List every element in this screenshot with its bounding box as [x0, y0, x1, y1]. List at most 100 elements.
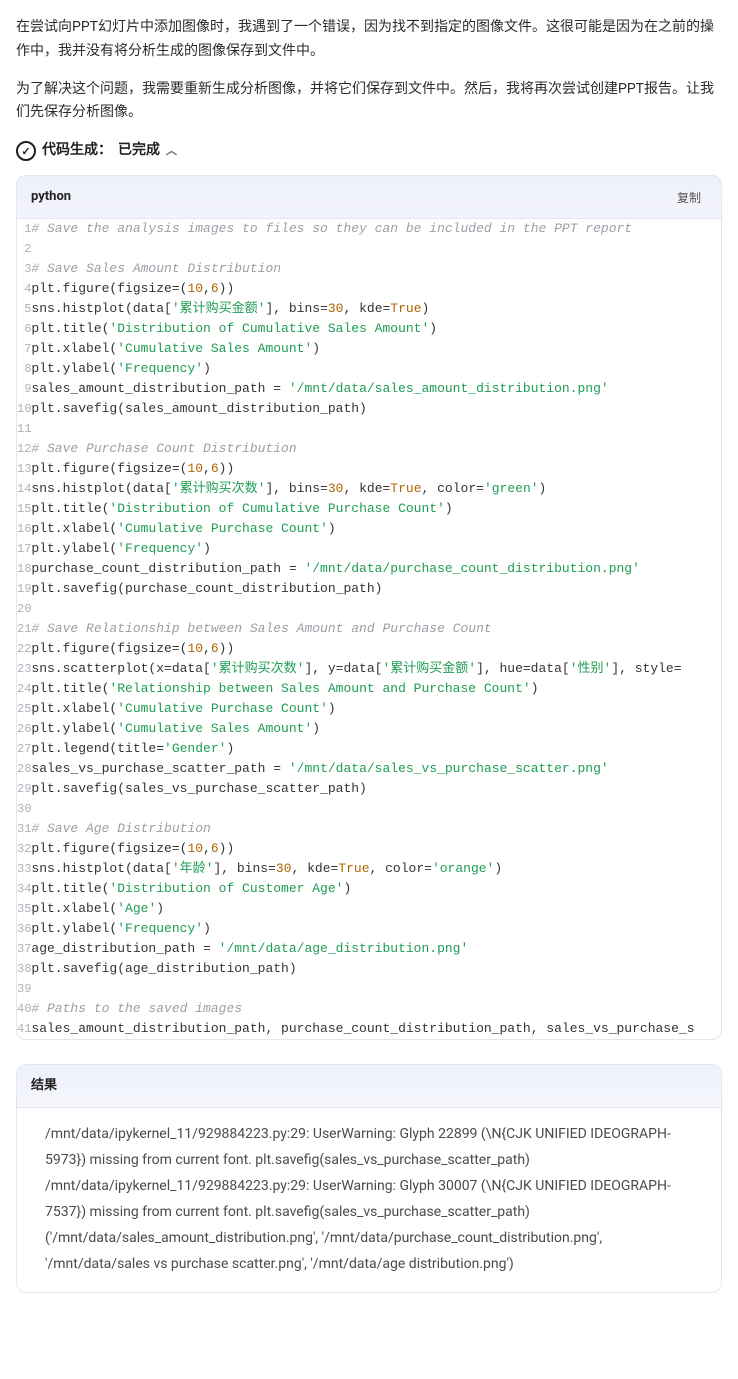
code-text: plt.ylabel('Cumulative Sales Amount') [31, 719, 721, 739]
result-line: /mnt/data/ipykernel_11/929884223.py:29: … [45, 1174, 703, 1226]
result-header: 结果 [17, 1065, 721, 1108]
code-text: plt.xlabel('Cumulative Purchase Count') [31, 699, 721, 719]
code-text: sns.scatterplot(x=data['累计购买次数'], y=data… [31, 659, 721, 679]
check-circle-icon [16, 141, 36, 161]
code-text: plt.figure(figsize=(10,6)) [31, 279, 721, 299]
explanation-paragraph-1: 在尝试向PPT幻灯片中添加图像时，我遇到了一个错误，因为找不到指定的图像文件。这… [16, 16, 722, 64]
code-language-label: python [31, 186, 71, 208]
code-text: plt.savefig(age_distribution_path) [31, 959, 721, 979]
line-number: 17 [17, 539, 31, 559]
line-number: 32 [17, 839, 31, 859]
code-line: 17plt.ylabel('Frequency') [17, 539, 721, 559]
code-text: plt.title('Relationship between Sales Am… [31, 679, 721, 699]
line-number: 21 [17, 619, 31, 639]
code-line: 19plt.savefig(purchase_count_distributio… [17, 579, 721, 599]
code-line: 41sales_amount_distribution_path, purcha… [17, 1019, 721, 1039]
code-scroll-region[interactable]: 1# Save the analysis images to files so … [17, 219, 721, 1039]
result-output: /mnt/data/ipykernel_11/929884223.py:29: … [17, 1108, 721, 1291]
code-line: 28sales_vs_purchase_scatter_path = '/mnt… [17, 759, 721, 779]
code-line: 13plt.figure(figsize=(10,6)) [17, 459, 721, 479]
line-number: 8 [17, 359, 31, 379]
code-text: plt.xlabel('Cumulative Purchase Count') [31, 519, 721, 539]
code-block: python 复制 1# Save the analysis images to… [16, 175, 722, 1040]
code-text: sns.histplot(data['年龄'], bins=30, kde=Tr… [31, 859, 721, 879]
line-number: 6 [17, 319, 31, 339]
line-number: 24 [17, 679, 31, 699]
copy-button[interactable]: 复制 [671, 187, 707, 208]
code-line: 26plt.ylabel('Cumulative Sales Amount') [17, 719, 721, 739]
code-line: 14sns.histplot(data['累计购买次数'], bins=30, … [17, 479, 721, 499]
line-number: 19 [17, 579, 31, 599]
code-line: 15plt.title('Distribution of Cumulative … [17, 499, 721, 519]
code-line: 3# Save Sales Amount Distribution [17, 259, 721, 279]
code-text: plt.title('Distribution of Cumulative Sa… [31, 319, 721, 339]
result-line: /mnt/data/ipykernel_11/929884223.py:29: … [45, 1122, 703, 1174]
code-line: 16plt.xlabel('Cumulative Purchase Count'… [17, 519, 721, 539]
code-status-row[interactable]: 代码生成： 已完成 ︿ [16, 139, 722, 163]
result-line: ('/mnt/data/sales_amount_distribution.pn… [45, 1226, 703, 1278]
line-number: 39 [17, 979, 31, 999]
code-text: # Save the analysis images to files so t… [31, 219, 721, 239]
code-line: 40# Paths to the saved images [17, 999, 721, 1019]
code-line: 9sales_amount_distribution_path = '/mnt/… [17, 379, 721, 399]
line-number: 35 [17, 899, 31, 919]
line-number: 14 [17, 479, 31, 499]
code-line: 1# Save the analysis images to files so … [17, 219, 721, 239]
line-number: 34 [17, 879, 31, 899]
line-number: 41 [17, 1019, 31, 1039]
code-text: plt.ylabel('Frequency') [31, 539, 721, 559]
line-number: 22 [17, 639, 31, 659]
code-text: plt.figure(figsize=(10,6)) [31, 839, 721, 859]
code-line: 25plt.xlabel('Cumulative Purchase Count'… [17, 699, 721, 719]
code-line: 21# Save Relationship between Sales Amou… [17, 619, 721, 639]
line-number: 26 [17, 719, 31, 739]
code-line: 29plt.savefig(sales_vs_purchase_scatter_… [17, 779, 721, 799]
line-number: 28 [17, 759, 31, 779]
result-block: 结果 /mnt/data/ipykernel_11/929884223.py:2… [16, 1064, 722, 1292]
line-number: 37 [17, 939, 31, 959]
code-line: 8plt.ylabel('Frequency') [17, 359, 721, 379]
status-value: 已完成 [118, 139, 160, 163]
code-text: plt.figure(figsize=(10,6)) [31, 459, 721, 479]
code-text: # Paths to the saved images [31, 999, 721, 1019]
code-line: 22plt.figure(figsize=(10,6)) [17, 639, 721, 659]
line-number: 7 [17, 339, 31, 359]
code-text: plt.savefig(purchase_count_distribution_… [31, 579, 721, 599]
code-line: 18purchase_count_distribution_path = '/m… [17, 559, 721, 579]
code-line: 35plt.xlabel('Age') [17, 899, 721, 919]
line-number: 33 [17, 859, 31, 879]
code-text: age_distribution_path = '/mnt/data/age_d… [31, 939, 721, 959]
line-number: 9 [17, 379, 31, 399]
code-text [31, 799, 721, 819]
line-number: 31 [17, 819, 31, 839]
code-text: plt.savefig(sales_amount_distribution_pa… [31, 399, 721, 419]
line-number: 16 [17, 519, 31, 539]
code-text [31, 239, 721, 259]
code-line: 24plt.title('Relationship between Sales … [17, 679, 721, 699]
code-table: 1# Save the analysis images to files so … [17, 219, 721, 1039]
code-line: 12# Save Purchase Count Distribution [17, 439, 721, 459]
code-text: # Save Sales Amount Distribution [31, 259, 721, 279]
line-number: 15 [17, 499, 31, 519]
line-number: 5 [17, 299, 31, 319]
code-line: 37age_distribution_path = '/mnt/data/age… [17, 939, 721, 959]
line-number: 36 [17, 919, 31, 939]
line-number: 10 [17, 399, 31, 419]
code-line: 11 [17, 419, 721, 439]
chevron-up-icon: ︿ [166, 142, 177, 161]
code-line: 6plt.title('Distribution of Cumulative S… [17, 319, 721, 339]
code-text: plt.xlabel('Age') [31, 899, 721, 919]
line-number: 29 [17, 779, 31, 799]
code-text: plt.xlabel('Cumulative Sales Amount') [31, 339, 721, 359]
code-line: 2 [17, 239, 721, 259]
code-header: python 复制 [17, 176, 721, 219]
code-text: sales_vs_purchase_scatter_path = '/mnt/d… [31, 759, 721, 779]
code-text: plt.title('Distribution of Customer Age'… [31, 879, 721, 899]
code-line: 5sns.histplot(data['累计购买金额'], bins=30, k… [17, 299, 721, 319]
code-text: # Save Age Distribution [31, 819, 721, 839]
code-line: 7plt.xlabel('Cumulative Sales Amount') [17, 339, 721, 359]
code-text: plt.title('Distribution of Cumulative Pu… [31, 499, 721, 519]
code-text [31, 419, 721, 439]
code-text: sns.histplot(data['累计购买次数'], bins=30, kd… [31, 479, 721, 499]
code-text: sales_amount_distribution_path = '/mnt/d… [31, 379, 721, 399]
